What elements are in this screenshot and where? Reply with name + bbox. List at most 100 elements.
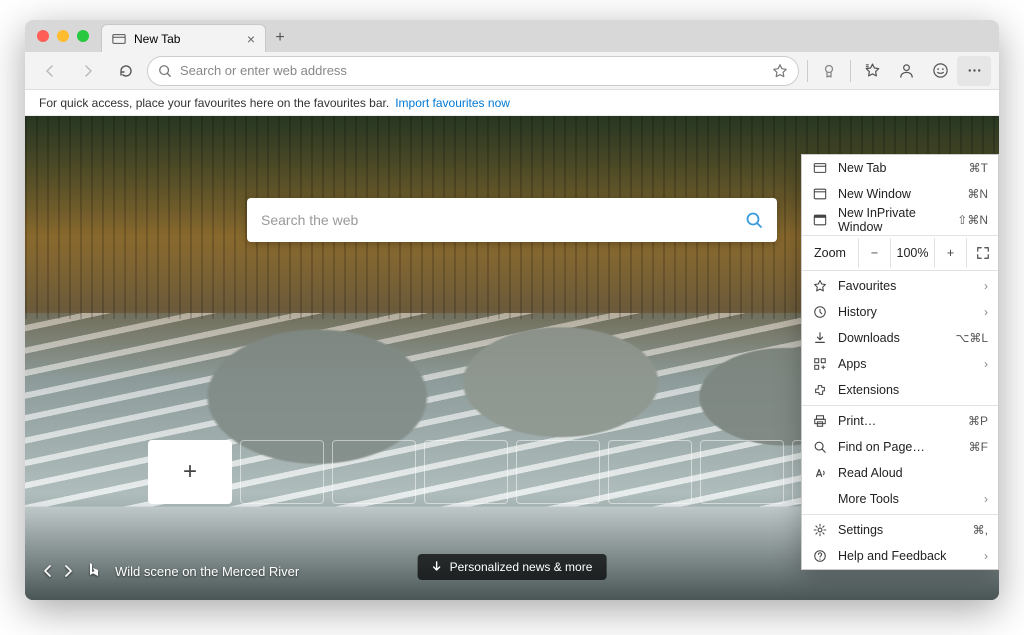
import-favourites-link[interactable]: Import favourites now <box>395 96 510 110</box>
menu-read-aloud[interactable]: Read Aloud <box>802 460 998 486</box>
site-tile-empty[interactable] <box>332 440 416 504</box>
window-controls <box>25 30 101 42</box>
news-toggle[interactable]: Personalized news & more <box>418 554 607 580</box>
chevron-right-icon: › <box>984 549 988 563</box>
browser-window: New Tab × + <box>25 20 999 600</box>
inprivate-icon <box>812 213 828 227</box>
caption-text: Wild scene on the Merced River <box>115 564 299 579</box>
address-bar[interactable] <box>147 56 799 86</box>
zoom-value: 100% <box>890 238 934 268</box>
plus-icon: + <box>183 458 197 486</box>
menu-zoom-row: Zoom − 100% + <box>802 238 998 268</box>
menu-label: Help and Feedback <box>838 549 974 563</box>
site-tile-empty[interactable] <box>240 440 324 504</box>
chevron-right-icon: › <box>984 305 988 319</box>
menu-apps[interactable]: Apps › <box>802 351 998 377</box>
menu-label: Read Aloud <box>838 466 988 480</box>
chevron-right-icon: › <box>984 357 988 371</box>
menu-shortcut: ⌘F <box>969 440 988 454</box>
menu-label: More Tools <box>838 492 974 506</box>
menu-label: Downloads <box>838 331 945 345</box>
extensions-icon <box>812 383 828 397</box>
download-icon <box>812 331 828 345</box>
favourites-button[interactable] <box>855 56 889 86</box>
menu-label: New Tab <box>838 161 959 175</box>
add-site-tile[interactable]: + <box>148 440 232 504</box>
toolbar-right <box>803 56 991 86</box>
new-tab-button[interactable]: + <box>266 24 294 52</box>
star-icon <box>812 279 828 293</box>
zoom-out-button[interactable]: − <box>858 238 890 268</box>
menu-history[interactable]: History › <box>802 299 998 325</box>
feedback-button[interactable] <box>923 56 957 86</box>
forward-button <box>71 56 105 86</box>
menu-shortcut: ⌘, <box>973 523 988 537</box>
menu-label: Extensions <box>838 383 988 397</box>
menu-favourites[interactable]: Favourites › <box>802 273 998 299</box>
maximize-window-button[interactable] <box>77 30 89 42</box>
site-tile-empty[interactable] <box>516 440 600 504</box>
menu-label: History <box>838 305 974 319</box>
address-input[interactable] <box>180 63 764 78</box>
tab-page-icon <box>112 32 126 46</box>
add-favourite-icon[interactable] <box>772 63 788 79</box>
history-icon <box>812 305 828 319</box>
site-tile-empty[interactable] <box>700 440 784 504</box>
menu-downloads[interactable]: Downloads ⌥⌘L <box>802 325 998 351</box>
close-window-button[interactable] <box>37 30 49 42</box>
menu-shortcut: ⌘N <box>967 187 988 201</box>
menu-label: Print… <box>838 414 958 428</box>
menu-new-window[interactable]: New Window ⌘N <box>802 181 998 207</box>
menu-more-tools[interactable]: More Tools › <box>802 486 998 512</box>
fullscreen-button[interactable] <box>966 238 998 268</box>
favourites-bar: For quick access, place your favourites … <box>25 90 999 116</box>
apps-icon <box>812 357 828 371</box>
read-aloud-icon <box>812 466 828 480</box>
print-icon <box>812 414 828 428</box>
menu-settings[interactable]: Settings ⌘, <box>802 517 998 543</box>
favourites-hint-text: For quick access, place your favourites … <box>39 96 389 110</box>
separator <box>807 60 808 82</box>
menu-shortcut: ⌘T <box>969 161 988 175</box>
refresh-button[interactable] <box>109 56 143 86</box>
menu-label: Settings <box>838 523 963 537</box>
menu-print[interactable]: Print… ⌘P <box>802 408 998 434</box>
site-tile-empty[interactable] <box>424 440 508 504</box>
ntp-search-box[interactable] <box>247 198 777 242</box>
menu-label: Favourites <box>838 279 974 293</box>
find-icon <box>812 440 828 454</box>
zoom-label: Zoom <box>802 246 858 260</box>
menu-shortcut: ⌥⌘L <box>955 331 988 345</box>
tab-strip: New Tab × + <box>101 20 294 52</box>
menu-find[interactable]: Find on Page… ⌘F <box>802 434 998 460</box>
settings-menu: New Tab ⌘T New Window ⌘N New InPrivate W… <box>801 154 999 570</box>
image-caption: Wild scene on the Merced River <box>43 562 299 580</box>
menu-extensions[interactable]: Extensions <box>802 377 998 403</box>
rewards-button[interactable] <box>812 56 846 86</box>
prev-image-button[interactable] <box>43 564 53 578</box>
zoom-in-button[interactable]: + <box>934 238 966 268</box>
top-sites: + <box>148 440 876 504</box>
menu-help[interactable]: Help and Feedback › <box>802 543 998 569</box>
close-tab-button[interactable]: × <box>247 31 255 47</box>
toolbar <box>25 52 999 90</box>
site-tile-empty[interactable] <box>608 440 692 504</box>
browser-tab[interactable]: New Tab × <box>101 24 266 52</box>
ntp-search-input[interactable] <box>261 212 745 228</box>
chevron-right-icon: › <box>984 492 988 506</box>
window-icon <box>812 187 828 201</box>
menu-label: Find on Page… <box>838 440 959 454</box>
next-image-button[interactable] <box>63 564 73 578</box>
search-icon[interactable] <box>745 211 763 229</box>
minimize-window-button[interactable] <box>57 30 69 42</box>
menu-inprivate[interactable]: New InPrivate Window ⇧⌘N <box>802 207 998 233</box>
tab-title: New Tab <box>134 32 180 46</box>
news-label: Personalized news & more <box>450 560 593 574</box>
profile-button[interactable] <box>889 56 923 86</box>
titlebar: New Tab × + <box>25 20 999 52</box>
menu-new-tab[interactable]: New Tab ⌘T <box>802 155 998 181</box>
arrow-down-icon <box>432 561 442 573</box>
gear-icon <box>812 523 828 537</box>
separator <box>850 60 851 82</box>
settings-and-more-button[interactable] <box>957 56 991 86</box>
